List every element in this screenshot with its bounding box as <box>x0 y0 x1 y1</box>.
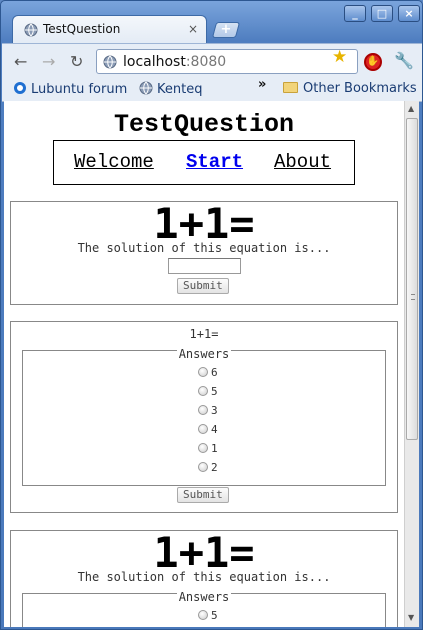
scroll-up-arrow-icon[interactable]: ▲ <box>408 104 414 113</box>
adblock-icon[interactable]: ✋ <box>364 53 382 71</box>
question-open: 1+1= The solution of this equation is...… <box>10 201 398 305</box>
answer-option[interactable]: 2 <box>198 461 218 474</box>
question-equation: 1+1= <box>189 327 219 341</box>
bookmarks-overflow-icon[interactable]: » <box>258 77 266 92</box>
answer-option-label: 1 <box>211 442 218 455</box>
answers-legend-text: Answers <box>176 347 232 361</box>
scrollbar-thumb[interactable] <box>406 118 418 440</box>
scroll-down-arrow-icon[interactable]: ▼ <box>408 613 414 622</box>
radio-button[interactable] <box>198 405 208 415</box>
answer-option-label: 2 <box>211 461 218 474</box>
grip-icon <box>411 294 415 300</box>
forward-icon[interactable]: → <box>42 52 55 71</box>
wrench-icon[interactable]: 🔧 <box>394 51 414 70</box>
answer-option[interactable]: 5 <box>198 609 218 622</box>
address-bar[interactable]: localhost:8080 <box>96 49 358 74</box>
submit-button[interactable]: Submit <box>177 278 229 294</box>
radio-button[interactable] <box>198 443 208 453</box>
globe-icon <box>24 23 38 37</box>
browser-tab[interactable]: TestQuestion × <box>12 15 207 44</box>
answer-option-label: 4 <box>211 423 218 436</box>
globe-icon <box>139 81 153 95</box>
answer-option[interactable]: 3 <box>198 404 218 417</box>
answer-option-label: 5 <box>211 385 218 398</box>
submit-button[interactable]: Submit <box>177 487 229 503</box>
back-icon[interactable]: ← <box>14 52 27 71</box>
minimize-button[interactable]: _ <box>344 5 366 22</box>
answers-legend: Answers <box>23 343 385 362</box>
menu-start-link[interactable]: Start <box>186 151 243 173</box>
browser-toolbar: ← → ↻ localhost:8080 ★ ✋ 🔧 <box>2 43 422 76</box>
answers-legend: Answers <box>23 586 385 605</box>
question-prompt: The solution of this equation is... <box>77 241 331 255</box>
close-window-button[interactable]: × <box>398 5 420 22</box>
question-combined: 1+1= The solution of this equation is...… <box>10 530 398 627</box>
other-bookmarks[interactable]: Other Bookmarks <box>283 81 417 96</box>
question-multiple-choice: 1+1= Answers 6 5 3 4 1 2 Submit <box>10 321 398 513</box>
bookmark-star-icon[interactable]: ★ <box>332 47 347 67</box>
answer-option[interactable]: 6 <box>198 366 218 379</box>
radio-button[interactable] <box>198 386 208 396</box>
tab-close-icon[interactable]: × <box>188 22 198 36</box>
page-globe-icon <box>103 55 117 69</box>
plus-icon: + <box>220 22 232 37</box>
url-port: :8080 <box>185 54 227 70</box>
main-menu: Welcome Start About <box>53 140 355 185</box>
answers-fieldset: Answers 5 <box>22 590 386 627</box>
folder-icon <box>283 82 298 93</box>
question-equation: 1+1= <box>153 199 255 248</box>
radio-button[interactable] <box>198 462 208 472</box>
bookmarks-bar: Lubuntu forum Kenteq » Other Bookmarks <box>2 76 422 102</box>
answers-legend-text: Answers <box>176 590 232 604</box>
answer-input[interactable] <box>168 258 241 274</box>
page-title: TestQuestion <box>113 110 295 139</box>
answer-option[interactable]: 4 <box>198 423 218 436</box>
menu-about-link[interactable]: About <box>274 151 331 173</box>
answer-option[interactable]: 1 <box>198 442 218 455</box>
bookmark-label: Kenteq <box>157 82 203 97</box>
other-bookmarks-label: Other Bookmarks <box>303 81 417 96</box>
vertical-scrollbar[interactable]: ▲ ▼ <box>404 101 419 627</box>
bookmark-label: Lubuntu forum <box>31 82 128 97</box>
page-viewport: TestQuestion Welcome Start About 1+1= Th… <box>4 101 404 627</box>
url-host: localhost <box>123 54 186 70</box>
tab-title: TestQuestion <box>43 22 121 36</box>
question-prompt: The solution of this equation is... <box>77 570 331 584</box>
lubuntu-icon <box>14 82 26 94</box>
answer-option-label: 6 <box>211 366 218 379</box>
radio-button[interactable] <box>198 424 208 434</box>
url-text: localhost:8080 <box>123 54 226 70</box>
answer-option[interactable]: 5 <box>198 385 218 398</box>
radio-button[interactable] <box>198 610 208 620</box>
bookmark-kenteq[interactable]: Kenteq <box>139 81 202 97</box>
answer-option-label: 3 <box>211 404 218 417</box>
answers-fieldset: Answers 6 5 3 4 1 2 <box>22 347 386 486</box>
maximize-button[interactable]: □ <box>371 5 393 22</box>
answer-option-label: 5 <box>211 609 218 622</box>
new-tab-button[interactable]: + <box>211 22 241 38</box>
reload-icon[interactable]: ↻ <box>70 52 83 71</box>
question-equation: 1+1= <box>153 528 255 577</box>
bookmark-lubuntu-forum[interactable]: Lubuntu forum <box>13 81 127 97</box>
menu-welcome-link[interactable]: Welcome <box>74 151 154 173</box>
radio-button[interactable] <box>198 367 208 377</box>
